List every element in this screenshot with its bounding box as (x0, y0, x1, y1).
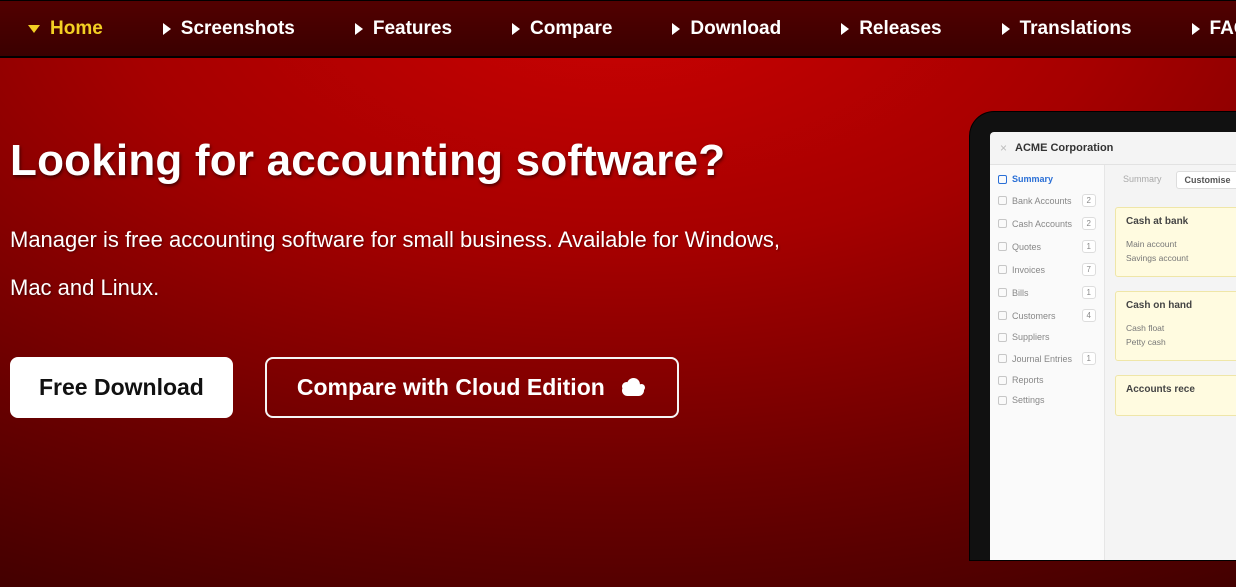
nav-label: Compare (530, 18, 612, 40)
count-badge: 2 (1082, 194, 1096, 207)
sidebar-item-label: Journal Entries (1012, 354, 1082, 364)
count-badge: 2 (1082, 217, 1096, 230)
card-cash-on-hand: Cash on hand Cash float Petty cash (1115, 291, 1236, 361)
card-line: Main account (1126, 237, 1234, 251)
card-line: Petty cash (1126, 335, 1234, 349)
card-line: Savings account (1126, 251, 1234, 265)
module-icon (998, 311, 1007, 320)
card-accounts-receivable: Accounts rece (1115, 375, 1236, 416)
tab-customise[interactable]: Customise (1176, 171, 1236, 189)
preview-workspace: Summary Bank Accounts 2 Cash Accounts 2 … (990, 165, 1236, 560)
preview-tabs: Summary Customise (1115, 171, 1236, 189)
sidebar-item-invoices[interactable]: Invoices 7 (990, 258, 1104, 281)
nav-faq[interactable]: FAQ (1192, 18, 1236, 40)
nav-label: Screenshots (181, 18, 295, 40)
caret-right-icon (355, 23, 363, 35)
caret-right-icon (841, 23, 849, 35)
nav-label: FAQ (1210, 18, 1236, 40)
nav-label: Download (690, 18, 781, 40)
nav-features[interactable]: Features (355, 18, 452, 40)
module-icon (998, 354, 1007, 363)
nav-home[interactable]: Home (28, 18, 103, 40)
module-icon (998, 196, 1007, 205)
card-cash-at-bank: Cash at bank Main account Savings accoun… (1115, 207, 1236, 277)
sidebar-item-label: Bills (1012, 288, 1082, 298)
cta-row: Free Download Compare with Cloud Edition (10, 357, 780, 418)
sidebar-item-label: Settings (1012, 395, 1096, 405)
tab-summary[interactable]: Summary (1115, 171, 1170, 189)
caret-right-icon (1192, 23, 1200, 35)
sidebar-item-quotes[interactable]: Quotes 1 (990, 235, 1104, 258)
hero-section: Looking for accounting software? Manager… (0, 58, 780, 418)
nav-label: Home (50, 18, 103, 40)
card-line: Cash float (1126, 321, 1234, 335)
nav-label: Releases (859, 18, 941, 40)
preview-titlebar: × ACME Corporation (990, 132, 1236, 165)
cloud-icon (619, 378, 647, 396)
module-icon (998, 265, 1007, 274)
sidebar-item-customers[interactable]: Customers 4 (990, 304, 1104, 327)
nav-compare[interactable]: Compare (512, 18, 612, 40)
app-preview: × ACME Corporation Summary Bank Accounts… (990, 132, 1236, 560)
nav-label: Translations (1020, 18, 1132, 40)
caret-right-icon (672, 23, 680, 35)
hero-subtitle: Manager is free accounting software for … (10, 216, 780, 313)
preview-content: Summary Customise Cash at bank Main acco… (1105, 165, 1236, 560)
module-icon (998, 288, 1007, 297)
device-frame: × ACME Corporation Summary Bank Accounts… (970, 112, 1236, 560)
card-title: Cash at bank (1126, 216, 1234, 227)
sidebar-item-bills[interactable]: Bills 1 (990, 281, 1104, 304)
preview-sidebar: Summary Bank Accounts 2 Cash Accounts 2 … (990, 165, 1105, 560)
caret-down-icon (28, 25, 40, 33)
sidebar-item-label: Customers (1012, 311, 1082, 321)
count-badge: 4 (1082, 309, 1096, 322)
sidebar-item-label: Cash Accounts (1012, 219, 1082, 229)
count-badge: 1 (1082, 352, 1096, 365)
card-title: Accounts rece (1126, 384, 1234, 395)
sidebar-item-settings[interactable]: Settings (990, 390, 1104, 410)
sidebar-item-cash-accounts[interactable]: Cash Accounts 2 (990, 212, 1104, 235)
sidebar-item-suppliers[interactable]: Suppliers (990, 327, 1104, 347)
caret-right-icon (512, 23, 520, 35)
sidebar-item-label: Reports (1012, 375, 1096, 385)
module-icon (998, 376, 1007, 385)
nav-screenshots[interactable]: Screenshots (163, 18, 295, 40)
close-icon: × (1000, 141, 1007, 155)
sidebar-item-label: Bank Accounts (1012, 196, 1082, 206)
caret-right-icon (163, 23, 171, 35)
free-download-button[interactable]: Free Download (10, 357, 233, 418)
nav-download[interactable]: Download (672, 18, 781, 40)
card-title: Cash on hand (1126, 300, 1234, 311)
count-badge: 1 (1082, 240, 1096, 253)
nav-translations[interactable]: Translations (1002, 18, 1132, 40)
sidebar-item-label: Invoices (1012, 265, 1082, 275)
sidebar-item-summary[interactable]: Summary (990, 169, 1104, 189)
nav-releases[interactable]: Releases (841, 18, 941, 40)
business-name: ACME Corporation (1015, 142, 1113, 154)
sidebar-item-label: Summary (1012, 174, 1096, 184)
compare-cloud-button[interactable]: Compare with Cloud Edition (265, 357, 679, 418)
main-nav: Home Screenshots Features Compare Downlo… (0, 0, 1236, 58)
sidebar-item-journal-entries[interactable]: Journal Entries 1 (990, 347, 1104, 370)
button-label: Compare with Cloud Edition (297, 374, 605, 401)
module-icon (998, 175, 1007, 184)
caret-right-icon (1002, 23, 1010, 35)
sidebar-item-bank-accounts[interactable]: Bank Accounts 2 (990, 189, 1104, 212)
module-icon (998, 396, 1007, 405)
count-badge: 1 (1082, 286, 1096, 299)
nav-label: Features (373, 18, 452, 40)
module-icon (998, 219, 1007, 228)
hero-title: Looking for accounting software? (10, 136, 780, 186)
sidebar-item-label: Quotes (1012, 242, 1082, 252)
count-badge: 7 (1082, 263, 1096, 276)
module-icon (998, 242, 1007, 251)
module-icon (998, 333, 1007, 342)
sidebar-item-reports[interactable]: Reports (990, 370, 1104, 390)
sidebar-item-label: Suppliers (1012, 332, 1096, 342)
button-label: Free Download (39, 374, 204, 401)
